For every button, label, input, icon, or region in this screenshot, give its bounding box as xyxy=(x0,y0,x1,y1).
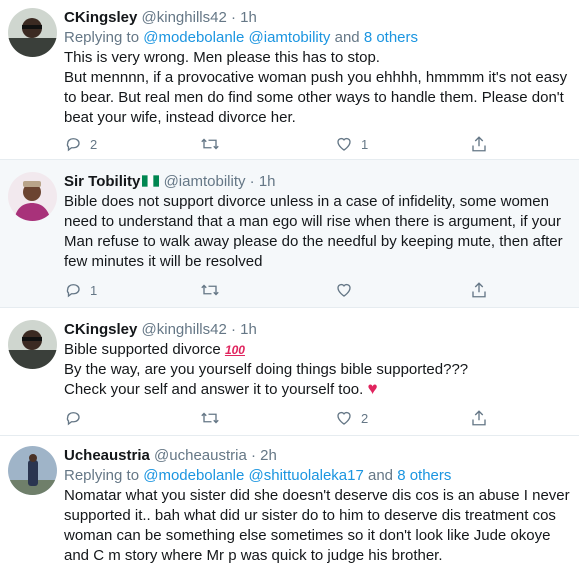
reply-icon xyxy=(66,138,80,152)
share-button[interactable] xyxy=(470,408,488,428)
red-heart-emoji: ♥ xyxy=(367,379,378,398)
tweet-line: few minutes it will be resolved xyxy=(64,253,263,270)
tweet-line-text: Bible supported divorce xyxy=(64,341,221,358)
tweet-text: This is very wrong. Men please this has … xyxy=(64,48,571,128)
action-bar: 2 xyxy=(64,408,504,428)
like-icon xyxy=(337,137,351,151)
share-icon xyxy=(472,282,486,298)
tweet-header: Sir Tobility @iamtobility · 1h xyxy=(64,172,571,192)
like-button[interactable]: 2 xyxy=(335,408,368,428)
tweet-line: woman can be something else sometimes so… xyxy=(64,527,551,544)
tweet-line: Bible supported divorce 100 xyxy=(64,340,571,360)
avatar-ckingsley[interactable] xyxy=(8,320,57,369)
reply-count: 2 xyxy=(90,136,98,152)
retweet-button[interactable] xyxy=(200,280,228,300)
reply-button[interactable]: 2 xyxy=(64,134,97,154)
retweet-icon xyxy=(201,412,219,424)
reply-icon xyxy=(66,412,80,426)
retweet-button[interactable] xyxy=(200,408,228,428)
tweet-line: Bible does not support divorce unless in… xyxy=(64,193,549,210)
separator-dot: · xyxy=(251,447,256,464)
separator-dot: · xyxy=(230,321,236,338)
like-count: 1 xyxy=(361,136,369,152)
tweet-line-text: Check your self and answer it to yoursel… xyxy=(64,381,364,398)
reply-button[interactable]: 1 xyxy=(64,280,97,300)
avatar-ucheaustria[interactable] xyxy=(8,446,57,495)
user-handle[interactable]: @ucheaustria xyxy=(154,447,247,464)
tweet-line: Nomatar what you sister did she doesn't … xyxy=(64,487,570,504)
timestamp[interactable]: 1h xyxy=(240,321,257,338)
nigeria-flag-icon xyxy=(142,175,160,187)
timestamp[interactable]: 2h xyxy=(260,447,277,464)
tweet-4[interactable]: Ucheaustria @ucheaustria · 2h Replying t… xyxy=(0,436,579,573)
retweet-icon xyxy=(201,284,219,296)
tweet-line: Man refuse to walk away please do the ne… xyxy=(64,233,563,250)
timestamp[interactable]: 1h xyxy=(259,173,276,190)
like-button[interactable] xyxy=(335,280,361,300)
user-handle[interactable]: @kinghills42 xyxy=(142,321,227,338)
replying-others-link[interactable]: 8 others xyxy=(397,467,451,484)
tweet-header: Ucheaustria @ucheaustria · 2h xyxy=(64,446,571,466)
tweet-3[interactable]: CKingsley @kinghills42 · 1h Bible suppor… xyxy=(0,308,579,436)
hundred-points-emoji: 100 xyxy=(224,343,245,357)
tweet-line: beat your wife, instead divorce her. xyxy=(64,109,296,126)
action-bar: 1 xyxy=(64,280,504,300)
user-handle[interactable]: @iamtobility xyxy=(164,173,246,190)
display-name[interactable]: CKingsley xyxy=(64,9,137,26)
retweet-button[interactable] xyxy=(200,134,228,154)
replying-and: and xyxy=(330,29,364,46)
tweet-header: CKingsley @kinghills42 · 1h xyxy=(64,8,571,28)
retweet-icon xyxy=(201,138,219,150)
replying-users-link[interactable]: @modebolanle @iamtobility xyxy=(143,29,330,46)
avatar-sir-tobility[interactable] xyxy=(8,172,57,221)
tweet-line: By the way, are you yourself doing thing… xyxy=(64,361,469,378)
tweet-line: supported it.. bah what did ur sister do… xyxy=(64,507,556,524)
user-handle[interactable]: @kinghills42 xyxy=(142,9,227,26)
tweet-line: need to understand that a man ego will r… xyxy=(64,213,561,230)
replying-prefix: Replying to xyxy=(64,467,144,484)
like-button[interactable]: 1 xyxy=(335,134,368,154)
share-button[interactable] xyxy=(470,280,488,300)
replying-to: Replying to @modebolanle @iamtobility an… xyxy=(64,28,571,48)
tweet-text: Nomatar what you sister did she doesn't … xyxy=(64,486,571,566)
replying-to: Replying to @modebolanle @shittuolaleka1… xyxy=(64,466,571,486)
tweet-line: and C m story where Mr p was quick to ju… xyxy=(64,547,443,564)
reply-count: 1 xyxy=(90,282,98,298)
tweet-line: This is very wrong. Men please this has … xyxy=(64,49,380,66)
tweet-1[interactable]: CKingsley @kinghills42 · 1h Replying to … xyxy=(0,0,579,160)
reply-button[interactable] xyxy=(64,408,90,428)
timestamp[interactable]: 1h xyxy=(240,9,257,26)
display-name[interactable]: CKingsley xyxy=(64,321,137,338)
action-bar: 2 1 xyxy=(64,134,504,154)
replying-users-link[interactable]: @modebolanle @shittuolaleka17 xyxy=(143,467,364,484)
tweet-header: CKingsley @kinghills42 · 1h xyxy=(64,320,571,340)
display-name[interactable]: Sir Tobility xyxy=(64,173,140,190)
avatar-ckingsley[interactable] xyxy=(8,8,57,57)
display-name[interactable]: Ucheaustria xyxy=(64,447,150,464)
tweet-line: But mennnn, if a provocative woman push … xyxy=(64,69,568,86)
like-icon xyxy=(337,283,351,297)
replying-and: and xyxy=(363,467,398,484)
separator-dot: · xyxy=(230,9,236,26)
tweet-text: Bible supported divorce 100 By the way, … xyxy=(64,340,571,400)
like-count: 2 xyxy=(361,410,369,426)
tweet-line: to bear. But real men do find some other… xyxy=(64,89,564,106)
tweet-text: Bible does not support divorce unless in… xyxy=(64,192,571,272)
reply-icon xyxy=(66,284,80,298)
share-icon xyxy=(472,410,486,426)
share-icon xyxy=(472,136,486,152)
replying-prefix: Replying to xyxy=(64,29,144,46)
tweet-line: Check your self and answer it to yoursel… xyxy=(64,380,571,400)
tweet-2[interactable]: Sir Tobility @iamtobility · 1h Bible doe… xyxy=(0,160,579,308)
like-icon xyxy=(337,411,351,425)
replying-others-link[interactable]: 8 others xyxy=(364,29,418,46)
share-button[interactable] xyxy=(470,134,488,154)
separator-dot: · xyxy=(249,173,255,190)
